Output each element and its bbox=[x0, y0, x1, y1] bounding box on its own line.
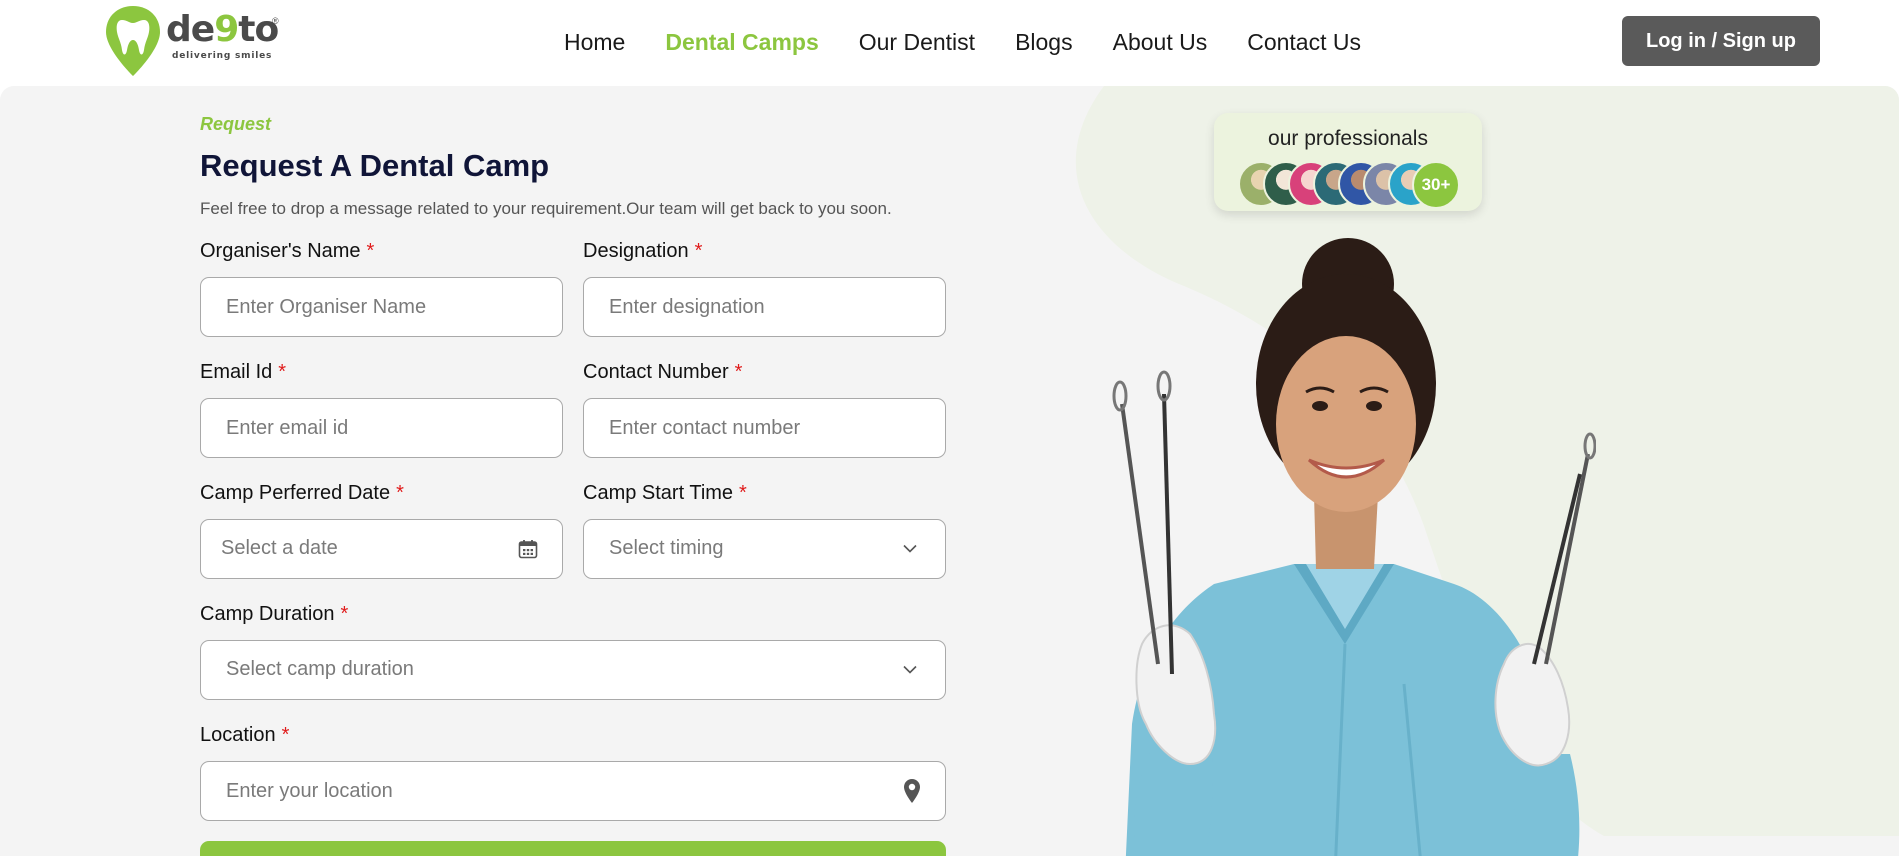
designation-label: Designation * bbox=[583, 240, 703, 262]
brand-logo[interactable]: de9to ® delivering smiles bbox=[104, 4, 284, 78]
camp-date-picker[interactable]: Select a date bbox=[200, 519, 563, 579]
site-header: de9to ® delivering smiles Home Dental Ca… bbox=[0, 0, 1899, 86]
main-content: Request Request A Dental Camp Feel free … bbox=[0, 86, 1899, 856]
camp-start-time-placeholder: Select timing bbox=[609, 537, 724, 559]
camp-duration-placeholder: Select camp duration bbox=[226, 658, 414, 680]
camp-date-label: Camp Perferred Date * bbox=[200, 482, 404, 504]
email-field bbox=[200, 398, 563, 458]
nav-home[interactable]: Home bbox=[564, 27, 625, 57]
professionals-card: our professionals 30+ bbox=[1214, 113, 1482, 211]
calendar-icon[interactable] bbox=[518, 539, 538, 559]
nav-our-dentist[interactable]: Our Dentist bbox=[859, 27, 975, 57]
contact-number-input[interactable] bbox=[584, 399, 945, 457]
brand-wordmark: de9to bbox=[166, 9, 279, 50]
nav-dental-camps[interactable]: Dental Camps bbox=[665, 27, 818, 57]
camp-date-placeholder: Select a date bbox=[221, 537, 338, 559]
main-nav: Home Dental Camps Our Dentist Blogs Abou… bbox=[564, 27, 1361, 57]
submit-button[interactable] bbox=[200, 841, 946, 856]
location-label: Location * bbox=[200, 724, 290, 746]
page-title: Request A Dental Camp bbox=[200, 148, 550, 183]
professionals-avatars: 30+ bbox=[1238, 161, 1468, 209]
email-label: Email Id * bbox=[200, 361, 287, 383]
organiser-name-field bbox=[200, 277, 563, 337]
designation-input[interactable] bbox=[584, 278, 945, 336]
professionals-count-badge: 30+ bbox=[1412, 161, 1460, 209]
chevron-down-icon bbox=[903, 665, 917, 674]
chevron-down-icon bbox=[903, 544, 917, 553]
designation-field bbox=[583, 277, 946, 337]
email-input[interactable] bbox=[201, 399, 562, 457]
camp-start-time-label: Camp Start Time * bbox=[583, 482, 747, 504]
location-field bbox=[200, 761, 946, 821]
form-kicker: Request bbox=[200, 114, 272, 134]
registered-mark: ® bbox=[272, 16, 279, 26]
camp-duration-select[interactable]: Select camp duration bbox=[200, 640, 946, 700]
dentist-illustration bbox=[1112, 238, 1596, 856]
login-signup-button[interactable]: Log in / Sign up bbox=[1622, 16, 1820, 66]
camp-duration-label: Camp Duration * bbox=[200, 603, 349, 625]
page-subtitle: Feel free to drop a message related to y… bbox=[200, 199, 892, 218]
nav-blogs[interactable]: Blogs bbox=[1015, 27, 1073, 57]
camp-start-time-select[interactable]: Select timing bbox=[583, 519, 946, 579]
tooth-pin-logo-icon bbox=[106, 6, 160, 76]
location-input[interactable] bbox=[201, 762, 945, 820]
professionals-title: our professionals bbox=[1268, 127, 1428, 150]
nav-about-us[interactable]: About Us bbox=[1113, 27, 1208, 57]
nav-contact-us[interactable]: Contact Us bbox=[1247, 27, 1361, 57]
location-pin-icon[interactable] bbox=[903, 778, 921, 804]
organiser-name-input[interactable] bbox=[201, 278, 562, 336]
contact-number-field bbox=[583, 398, 946, 458]
organiser-name-label: Organiser's Name * bbox=[200, 240, 375, 262]
brand-tagline: delivering smiles bbox=[172, 51, 273, 61]
contact-number-label: Contact Number * bbox=[583, 361, 743, 383]
